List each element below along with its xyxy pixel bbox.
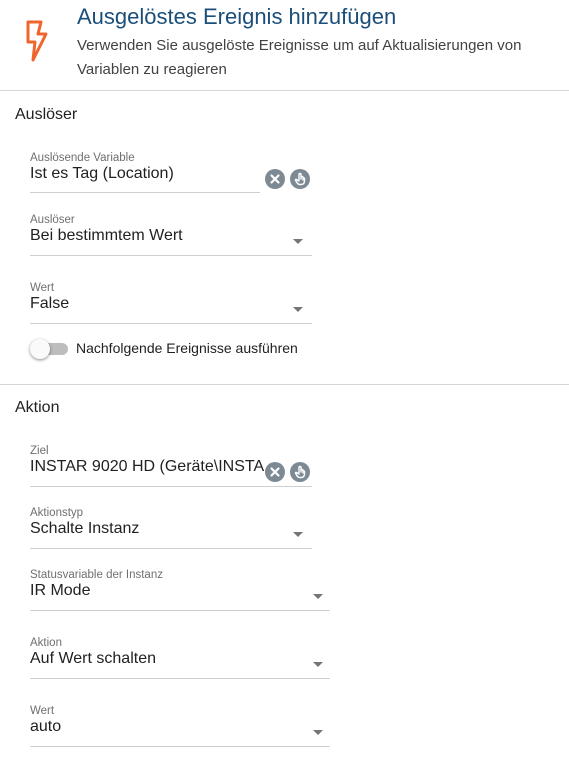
- dropdown-caret-icon: [293, 532, 303, 537]
- field-value: auto: [30, 718, 62, 735]
- field-underline: [30, 255, 312, 256]
- field-underline: [30, 486, 312, 487]
- action-value-select[interactable]: Wert auto: [30, 705, 330, 747]
- toggle-thumb: [30, 339, 50, 359]
- field-label: Aktion: [30, 637, 62, 649]
- field-value: Auf Wert schalten: [30, 650, 156, 667]
- field-underline: [30, 192, 260, 193]
- section-divider: [0, 384, 569, 385]
- field-value: Ist es Tag (Location): [30, 165, 174, 182]
- field-label: Auslöser: [30, 214, 75, 226]
- dropdown-caret-icon: [313, 730, 323, 735]
- dialog-header: Ausgelöstes Ereignis hinzufügen Verwende…: [0, 0, 569, 91]
- field-value: False: [30, 295, 70, 312]
- subsequent-events-toggle[interactable]: [30, 339, 68, 359]
- field-label: Ziel: [30, 445, 49, 457]
- field-underline: [30, 323, 312, 324]
- action-type-select[interactable]: Aktionstyp Schalte Instanz: [30, 507, 312, 549]
- field-value: Schalte Instanz: [30, 520, 140, 537]
- action-select[interactable]: Aktion Auf Wert schalten: [30, 637, 330, 679]
- field-value: Bei bestimmtem Wert: [30, 227, 183, 244]
- field-label: Aktionstyp: [30, 507, 84, 519]
- status-variable-select[interactable]: Statusvariable der Instanz IR Mode: [30, 569, 330, 611]
- field-underline: [30, 678, 330, 679]
- dropdown-caret-icon: [313, 662, 323, 667]
- field-underline: [30, 610, 330, 611]
- clear-icon[interactable]: [265, 462, 285, 482]
- subsequent-events-label: Nachfolgende Ereignisse ausführen: [76, 340, 298, 356]
- trigger-value-select[interactable]: Wert False: [30, 282, 312, 324]
- section-title-action: Aktion: [15, 399, 60, 416]
- field-label: Auslösende Variable: [30, 152, 135, 164]
- pick-pointer-icon[interactable]: [290, 462, 310, 482]
- pick-pointer-icon[interactable]: [290, 169, 310, 189]
- dropdown-caret-icon: [293, 239, 303, 244]
- field-label: Statusvariable der Instanz: [30, 569, 163, 581]
- field-value: IR Mode: [30, 582, 91, 599]
- field-underline: [30, 548, 312, 549]
- dialog-subtitle: Verwenden Sie ausgelöste Ereignisse um a…: [77, 37, 522, 78]
- lightning-bolt-icon: [26, 20, 48, 62]
- field-label: Wert: [30, 282, 55, 294]
- trigger-type-select[interactable]: Auslöser Bei bestimmtem Wert: [30, 214, 312, 256]
- dialog-title: Ausgelöstes Ereignis hinzufügen: [77, 4, 397, 29]
- dropdown-caret-icon: [313, 594, 323, 599]
- section-title-trigger: Auslöser: [15, 106, 78, 123]
- field-label: Wert: [30, 705, 55, 717]
- field-value: INSTAR 9020 HD (Geräte\INSTAR: [30, 458, 264, 475]
- field-underline: [30, 746, 330, 747]
- header-divider: [0, 90, 569, 91]
- clear-icon[interactable]: [265, 169, 285, 189]
- dropdown-caret-icon: [293, 307, 303, 312]
